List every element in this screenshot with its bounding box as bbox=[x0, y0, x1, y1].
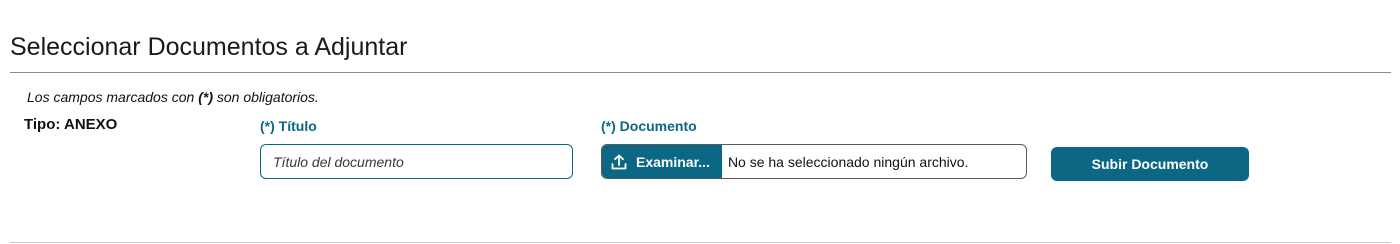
title-divider bbox=[10, 72, 1391, 73]
document-title-input[interactable] bbox=[260, 144, 573, 179]
upload-document-button[interactable]: Subir Documento bbox=[1051, 147, 1249, 181]
page-title: Seleccionar Documentos a Adjuntar bbox=[10, 33, 408, 61]
browse-button[interactable]: Examinar... bbox=[602, 145, 722, 178]
browse-button-label: Examinar... bbox=[636, 153, 710, 170]
document-type-label: Tipo: ANEXO bbox=[24, 116, 118, 133]
document-field-label: (*) Documento bbox=[601, 118, 697, 134]
bottom-divider bbox=[10, 242, 1391, 243]
required-note-prefix: Los campos marcados con bbox=[27, 89, 195, 105]
attach-documents-panel: Seleccionar Documentos a Adjuntar Los ca… bbox=[0, 0, 1400, 244]
required-marker: (*) bbox=[198, 89, 213, 105]
selected-file-status: No se ha seleccionado ningún archivo. bbox=[727, 153, 969, 170]
file-picker[interactable]: Examinar... No se ha seleccionado ningún… bbox=[601, 144, 1027, 179]
upload-icon bbox=[610, 153, 628, 171]
title-field-label: (*) Título bbox=[260, 118, 317, 134]
required-fields-note: Los campos marcados con (*) son obligato… bbox=[27, 89, 319, 105]
required-note-suffix: son obligatorios. bbox=[216, 89, 319, 105]
